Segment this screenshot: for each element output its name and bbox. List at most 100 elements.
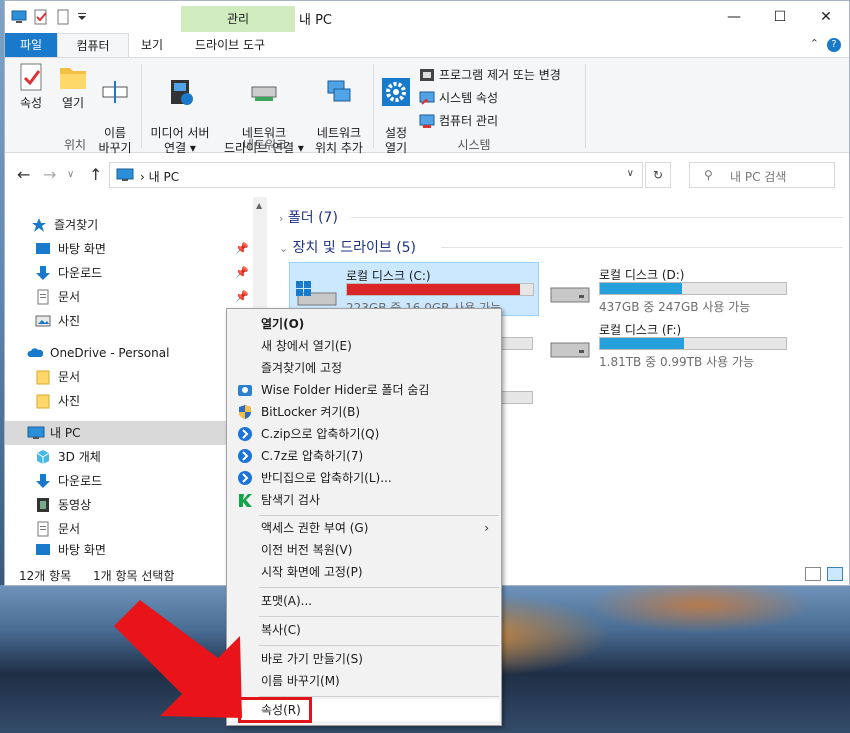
pin-icon[interactable]: 📌 (235, 285, 249, 309)
nav-quick-pictures-label: 사진 (58, 314, 81, 328)
tab-drive-tools[interactable]: 드라이브 도구 (187, 33, 273, 57)
hard-drive-icon (550, 342, 590, 358)
uninstall-program-button[interactable]: 프로그램 제거 또는 변경 (419, 66, 561, 83)
nav-pc-documents[interactable]: 문서 (5, 517, 253, 541)
nav-pc-3d-objects[interactable]: 3D 개체 (5, 445, 253, 469)
menu-item-restore-versions[interactable]: 이전 버전 복원(V) (229, 539, 499, 561)
breadcrumb[interactable]: › 내 PC (140, 168, 179, 185)
nav-quick-downloads[interactable]: 다운로드 📌 (5, 261, 253, 285)
open-button[interactable]: 열기 (55, 62, 91, 111)
search-box[interactable]: ⚲ 내 PC 검색 (689, 162, 835, 188)
up-arrow-icon[interactable]: ↑ (89, 165, 102, 184)
refresh-button[interactable]: ↻ (645, 162, 671, 188)
forward-arrow-icon[interactable]: → (43, 165, 56, 184)
quick-access-toolbar (11, 9, 93, 25)
open-settings-button[interactable]: 설정 열기 (377, 62, 415, 156)
manage-context-tab[interactable]: 관리 (181, 6, 295, 32)
menu-item-label: 포맷(A)... (261, 594, 313, 608)
nav-quick-desktop[interactable]: 바탕 화면 📌 (5, 237, 253, 261)
back-arrow-icon[interactable]: ← (17, 165, 30, 184)
nav-pc-downloads-label: 다운로드 (58, 474, 103, 488)
open-settings-label: 설정 열기 (384, 126, 408, 155)
maximize-button[interactable]: ☐ (757, 1, 803, 33)
nav-quick-documents[interactable]: 문서 📌 (5, 285, 253, 309)
recent-locations-chevron-icon[interactable]: ∨ (67, 169, 74, 180)
address-bar[interactable]: › 내 PC ∨ (109, 162, 643, 188)
nav-quick-access[interactable]: 즐겨찾기 (5, 213, 253, 237)
menu-item-wise-folder-hider[interactable]: Wise Folder Hider로 폴더 숨김 (229, 379, 499, 401)
folder-icon (35, 369, 51, 385)
nav-quick-desktop-label: 바탕 화면 (58, 242, 106, 256)
tiles-view-icon[interactable] (827, 567, 843, 581)
search-placeholder: 내 PC 검색 (730, 170, 787, 184)
menu-item-label: 열기(O) (261, 317, 305, 331)
scroll-up-arrow-icon[interactable]: ▲ (256, 201, 262, 210)
nav-quick-pictures[interactable]: 사진 (5, 309, 253, 333)
menu-item-bandizip[interactable]: 반디집으로 압축하기(L)... (229, 467, 499, 489)
nav-onedrive-pictures[interactable]: 사진 (5, 389, 253, 413)
menu-item-pin-start[interactable]: 시작 화면에 고정(P) (229, 561, 499, 583)
menu-item-label: 반디집으로 압축하기(L)... (261, 471, 392, 485)
menu-item-bitlocker[interactable]: BitLocker 켜기(B) (229, 401, 499, 423)
tab-computer[interactable]: 컴퓨터 (57, 33, 129, 57)
ribbon-separator (373, 64, 374, 148)
menu-item-format[interactable]: 포맷(A)... (229, 590, 499, 612)
nav-pc-videos[interactable]: 동영상 (5, 493, 253, 517)
menu-item-scan[interactable]: 탐색기 검사 (229, 489, 499, 511)
menu-item-rename[interactable]: 이름 바꾸기(M) (229, 670, 499, 692)
tab-file[interactable]: 파일 (5, 33, 57, 57)
breadcrumb-this-pc[interactable]: 내 PC (149, 170, 179, 184)
nav-onedrive-pictures-label: 사진 (58, 394, 81, 408)
system-properties-button[interactable]: 시스템 속성 (419, 89, 498, 106)
download-arrow-icon (35, 473, 51, 489)
collapse-ribbon-icon[interactable]: ⌃ (810, 37, 819, 50)
uninstall-icon (419, 67, 435, 83)
menu-item-create-shortcut[interactable]: 바로 가기 만들기(S) (229, 648, 499, 670)
pin-icon[interactable]: 📌 (235, 237, 249, 261)
menu-item-copy[interactable]: 복사(C) (229, 619, 499, 641)
computer-management-button[interactable]: 컴퓨터 관리 (419, 112, 498, 129)
menu-item-zip[interactable]: C.zip으로 압축하기(Q) (229, 423, 499, 445)
folder-open-icon (58, 62, 88, 92)
folders-section-header[interactable]: › 폴더 (7) (279, 207, 338, 227)
submenu-arrow-icon: › (484, 521, 489, 535)
pin-icon[interactable]: 📌 (235, 261, 249, 285)
menu-item-label: Wise Folder Hider로 폴더 숨김 (261, 383, 430, 397)
wise-folder-hider-icon (237, 382, 253, 398)
close-button[interactable]: ✕ (803, 1, 849, 33)
add-network-location-button[interactable]: 네트워크 위치 추가 (307, 62, 371, 156)
drives-section-header[interactable]: ⌄ 장치 및 드라이브 (5) (279, 237, 416, 257)
properties-icon[interactable] (33, 9, 49, 25)
minimize-button[interactable]: — (711, 1, 757, 33)
nav-onedrive-documents[interactable]: 문서 (5, 365, 253, 389)
document-icon (35, 289, 51, 305)
nav-this-pc[interactable]: 내 PC (5, 421, 253, 445)
nav-pc-desktop[interactable]: 바탕 화면 (5, 541, 253, 559)
menu-separator (259, 645, 499, 646)
nav-onedrive[interactable]: OneDrive - Personal (5, 341, 253, 365)
media-server-button[interactable]: 미디어 서버 연결 ▾ (145, 62, 215, 156)
location-group-label: 위치 (63, 138, 87, 152)
details-view-icon[interactable] (805, 567, 821, 581)
address-dropdown-icon[interactable]: ∨ (627, 168, 634, 179)
nav-pc-downloads[interactable]: 다운로드 (5, 469, 253, 493)
properties-button[interactable]: 속성 (13, 62, 49, 111)
customize-toolbar-icon[interactable] (77, 9, 93, 25)
uninstall-program-label: 프로그램 제거 또는 변경 (439, 68, 561, 82)
drive-f-tile[interactable]: 로컬 디스크 (F:) 1.81TB 중 0.99TB 사용 가능 (543, 317, 793, 371)
drive-usage-fill (600, 283, 682, 294)
nav-quick-documents-label: 문서 (58, 290, 81, 304)
drives-section-label: 장치 및 드라이브 (292, 240, 392, 256)
nav-pc-documents-label: 문서 (58, 522, 81, 536)
menu-item-7z[interactable]: C.7z로 압축하기(7) (229, 445, 499, 467)
menu-item-open[interactable]: 열기(O) (229, 313, 499, 335)
film-icon (35, 497, 51, 513)
folders-count: (7) (318, 210, 338, 226)
menu-item-give-access[interactable]: 액세스 권한 부여 (G) › (229, 517, 499, 539)
drive-d-tile[interactable]: 로컬 디스크 (D:) 437GB 중 247GB 사용 가능 (543, 262, 793, 316)
help-icon[interactable]: ? (827, 38, 841, 52)
new-folder-icon[interactable] (55, 9, 71, 25)
tab-view[interactable]: 보기 (133, 33, 171, 57)
menu-item-pin-quick-access[interactable]: 즐겨찾기에 고정 (229, 357, 499, 379)
menu-item-open-new-window[interactable]: 새 창에서 열기(E) (229, 335, 499, 357)
